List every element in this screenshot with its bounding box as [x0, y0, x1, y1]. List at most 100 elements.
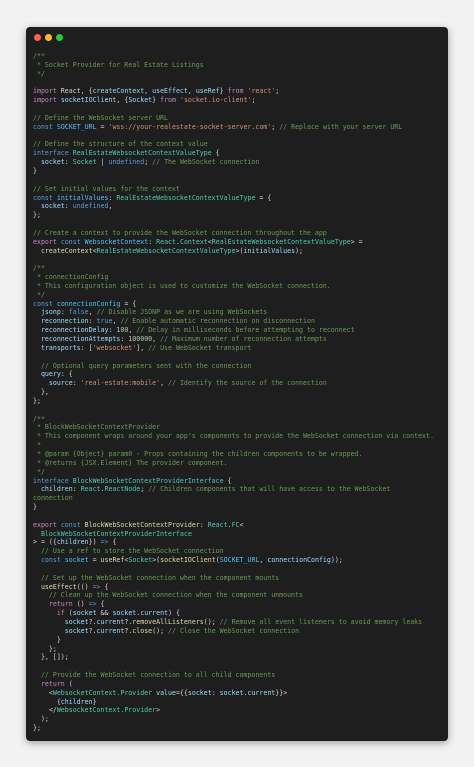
- code-token: }}>: [275, 688, 288, 697]
- code-token: :: [72, 485, 81, 494]
- code-token: 100: [116, 326, 129, 335]
- code-token: */: [33, 467, 45, 476]
- code-token: const: [60, 520, 81, 529]
- code-token: source: [48, 379, 73, 388]
- code-token: SOCKET_URL: [219, 556, 260, 565]
- code-token: = {: [120, 299, 137, 308]
- code-line: BlockWebSocketContextProviderInterface: [33, 530, 446, 539]
- maximize-window-dot-icon[interactable]: [56, 34, 63, 41]
- code-token: (): [72, 600, 89, 609]
- code-token: interface: [33, 476, 69, 485]
- code-token: from: [160, 96, 176, 105]
- code-token: =>: [92, 582, 101, 591]
- code-token: */: [33, 290, 45, 299]
- code-token: // Create a context to provide the WebSo…: [33, 228, 327, 237]
- code-token: React: [207, 520, 228, 529]
- code-token: WebsocketContext: [84, 237, 149, 246]
- code-token: * Socket Provider for Real Estate Listin…: [33, 60, 204, 69]
- code-line: export const BlockWebSocketContextProvid…: [33, 521, 446, 530]
- code-token: RealEstateWebsocketContextValueType: [211, 237, 351, 246]
- code-token: ));: [330, 556, 343, 565]
- code-token: FC: [231, 520, 240, 529]
- code-token: <: [33, 688, 53, 697]
- code-token: {: [108, 538, 117, 547]
- code-line: * @returns {JSX.Element} The provider co…: [33, 459, 446, 468]
- code-token: );: [295, 246, 304, 255]
- code-token: // Remove all event listeners to avoid m…: [219, 618, 423, 626]
- code-line: };: [33, 645, 446, 654]
- code-line: */: [33, 468, 446, 477]
- code-token: React, {: [56, 87, 93, 96]
- code-line: createContext<RealEstateWebsocketContext…: [33, 247, 446, 256]
- code-token: // Disable JSONP as we are using WebSock…: [96, 308, 268, 317]
- code-token: // Close the WebSocket connection: [168, 626, 300, 635]
- code-line: *: [33, 441, 446, 450]
- code-token: query: [40, 370, 61, 379]
- code-token: }: [33, 635, 61, 644]
- code-token: // Set up the WebSocket connection when …: [40, 573, 280, 582]
- code-line: // Optional query parameters sent with t…: [33, 362, 446, 371]
- code-token: reconnectionAttempts: [40, 335, 121, 343]
- code-token: // Use WebSocket transport: [148, 343, 252, 352]
- code-token: 'websocket': [92, 343, 137, 352]
- close-window-dot-icon[interactable]: [34, 34, 41, 41]
- code-line: * Socket Provider for Real Estate Listin…: [33, 61, 446, 70]
- code-token: interface: [33, 149, 69, 158]
- code-token: // Optional query parameters sent with t…: [40, 361, 252, 370]
- code-token: ();: [203, 618, 220, 626]
- code-token: React: [80, 485, 101, 494]
- code-token: ;: [144, 158, 153, 167]
- code-token: :: [64, 158, 73, 167]
- code-token: undefined: [108, 158, 145, 167]
- code-line: */: [33, 70, 446, 79]
- code-token: useEffect: [40, 582, 77, 591]
- code-token: =: [88, 556, 101, 565]
- code-token: socket: [187, 688, 212, 697]
- code-line: }: [33, 636, 446, 645]
- code-line: {children}: [33, 698, 446, 707]
- code-line: socket: Socket | undefined; // The WebSo…: [33, 158, 446, 167]
- code-line: reconnection: true, // Enable automatic …: [33, 317, 446, 326]
- code-token: {: [33, 697, 61, 706]
- code-token: 'react': [247, 87, 276, 96]
- code-line: };: [33, 211, 446, 220]
- code-token: // Children components that will have ac…: [148, 485, 391, 494]
- code-token: ,: [88, 308, 97, 317]
- code-line: jsonp: false, // Disable JSONP as we are…: [33, 308, 446, 317]
- code-token: socket: [64, 556, 89, 565]
- code-line: /**: [33, 415, 446, 424]
- code-token: WebsocketContext.Provider: [52, 688, 153, 697]
- code-line: interface BlockWebSocketContextProviderI…: [33, 477, 446, 486]
- code-line: // Clean up the WebSocket connection whe…: [33, 591, 446, 600]
- code-token: * This component wraps around your app's…: [33, 432, 434, 441]
- code-token: const: [33, 299, 53, 308]
- code-line: import React, {createContext, useEffect,…: [33, 87, 446, 96]
- code-token: createContext: [40, 246, 93, 255]
- code-token: children: [60, 697, 93, 706]
- code-token: RealEstateWebsocketContextValueType: [96, 246, 236, 255]
- code-token: ,: [187, 87, 196, 96]
- code-line: };: [33, 724, 446, 733]
- code-token: */: [33, 69, 45, 78]
- code-token: current: [140, 609, 169, 618]
- code-token: : {: [60, 370, 73, 379]
- code-token: :: [148, 237, 157, 246]
- code-token: },: [33, 388, 49, 397]
- code-token: RealEstateWebsocketContextValueType: [116, 193, 256, 202]
- code-token: socket: [40, 158, 65, 167]
- code-token: React: [156, 237, 176, 246]
- code-token: > =: [350, 237, 363, 246]
- code-token: }: [219, 87, 228, 96]
- minimize-window-dot-icon[interactable]: [45, 34, 52, 41]
- code-token: import: [33, 87, 57, 96]
- code-token: };: [33, 211, 41, 220]
